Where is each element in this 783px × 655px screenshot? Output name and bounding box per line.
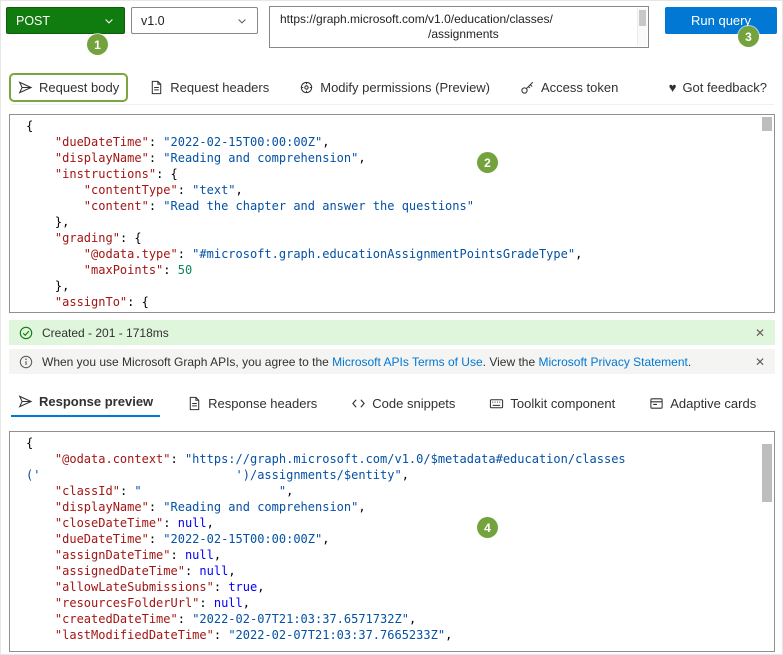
key-icon bbox=[520, 80, 535, 95]
terms-banner: When you use Microsoft Graph APIs, you a… bbox=[9, 349, 775, 374]
dismiss-terms-button[interactable]: ✕ bbox=[755, 355, 765, 369]
request-url-line1: https://graph.microsoft.com/v1.0/educati… bbox=[280, 12, 553, 26]
close-icon: ✕ bbox=[754, 354, 765, 369]
url-scrollbar[interactable] bbox=[637, 8, 647, 46]
send-icon bbox=[18, 394, 33, 409]
callout-badge-2: 2 bbox=[477, 152, 498, 173]
tab-modify-permissions[interactable]: Modify permissions (Preview) bbox=[292, 75, 497, 100]
api-version-label: v1.0 bbox=[141, 13, 165, 28]
callout-badge-3: 3 bbox=[738, 26, 759, 47]
tab-access-token-label: Access token bbox=[541, 80, 619, 95]
document-icon bbox=[149, 80, 164, 95]
request-body-code: { "dueDateTime": "2022-02-15T00:00:00Z",… bbox=[26, 119, 583, 309]
check-circle-icon bbox=[19, 326, 33, 340]
tab-adaptive-cards[interactable]: Adaptive cards bbox=[642, 391, 763, 416]
status-banner: Created - 201 - 1718ms ✕ bbox=[9, 320, 775, 345]
tab-adaptive-cards-label: Adaptive cards bbox=[670, 395, 757, 411]
graph-explorer-app: POST v1.0 https://graph.microsoft.com/v1… bbox=[0, 0, 783, 655]
response-tabs: Response preview Response headers Code s… bbox=[11, 387, 774, 419]
chevron-down-icon bbox=[103, 15, 115, 27]
privacy-statement-link[interactable]: Microsoft Privacy Statement bbox=[538, 355, 687, 369]
terms-text: When you use Microsoft Graph APIs, you a… bbox=[42, 355, 691, 369]
heart-icon: ♥ bbox=[668, 80, 677, 95]
info-icon bbox=[19, 355, 33, 369]
terms-text-suffix: . bbox=[687, 354, 692, 369]
callout-badge-1: 1 bbox=[87, 34, 108, 55]
toolkit-icon bbox=[489, 396, 504, 411]
tab-modify-permissions-label: Modify permissions (Preview) bbox=[320, 80, 491, 95]
close-icon: ✕ bbox=[754, 325, 765, 340]
tab-toolkit-component-label: Toolkit component bbox=[510, 395, 616, 411]
adaptive-cards-icon bbox=[649, 396, 664, 411]
response-editor-scrollbar[interactable] bbox=[760, 432, 774, 651]
tab-response-preview[interactable]: Response preview bbox=[11, 389, 161, 417]
http-method-label: POST bbox=[16, 13, 51, 28]
terms-of-use-link[interactable]: Microsoft APIs Terms of Use bbox=[332, 355, 483, 369]
response-editor-scrollbar-thumb[interactable] bbox=[762, 444, 772, 502]
terms-text-mid: . View the bbox=[482, 354, 539, 369]
document-icon bbox=[187, 396, 202, 411]
tab-response-preview-label: Response preview bbox=[39, 394, 154, 409]
chevron-down-icon bbox=[236, 15, 248, 27]
tab-request-body-label: Request body bbox=[39, 80, 120, 95]
tab-response-headers-label: Response headers bbox=[208, 395, 318, 411]
request-editor-scrollbar[interactable] bbox=[760, 115, 774, 312]
terms-text-prefix: When you use Microsoft Graph APIs, you a… bbox=[42, 354, 333, 369]
feedback-label: Got feedback? bbox=[682, 80, 767, 95]
callout-badge-4: 4 bbox=[477, 517, 498, 538]
request-tabs: Request body Request headers Modify perm… bbox=[8, 71, 774, 105]
tab-access-token[interactable]: Access token bbox=[513, 75, 625, 100]
status-text: Created - 201 - 1718ms bbox=[42, 325, 169, 340]
feedback-button[interactable]: ♥ Got feedback? bbox=[662, 75, 774, 100]
api-version-dropdown[interactable]: v1.0 bbox=[131, 7, 258, 34]
response-body-code: { "@odata.context": "https://graph.micro… bbox=[26, 436, 626, 642]
tab-code-snippets-label: Code snippets bbox=[372, 395, 456, 411]
tab-request-headers[interactable]: Request headers bbox=[142, 75, 276, 100]
code-icon bbox=[351, 396, 366, 411]
tab-request-headers-label: Request headers bbox=[170, 80, 270, 95]
request-url-line2: /assignments bbox=[428, 27, 499, 41]
response-preview-editor[interactable]: { "@odata.context": "https://graph.micro… bbox=[9, 431, 775, 652]
dismiss-status-button[interactable]: ✕ bbox=[755, 326, 765, 340]
http-method-dropdown[interactable]: POST bbox=[6, 7, 125, 34]
request-body-editor[interactable]: { "dueDateTime": "2022-02-15T00:00:00Z",… bbox=[9, 114, 775, 313]
request-url-input[interactable]: https://graph.microsoft.com/v1.0/educati… bbox=[269, 6, 649, 48]
permissions-icon bbox=[299, 80, 314, 95]
tab-toolkit-component[interactable]: Toolkit component bbox=[482, 391, 622, 416]
tab-request-body[interactable]: Request body bbox=[8, 73, 129, 102]
send-icon bbox=[18, 80, 33, 95]
url-scrollbar-thumb[interactable] bbox=[639, 10, 646, 26]
tab-code-snippets[interactable]: Code snippets bbox=[344, 391, 462, 416]
request-editor-scrollbar-thumb[interactable] bbox=[762, 117, 772, 131]
run-query-button[interactable]: Run query bbox=[665, 7, 777, 34]
tab-response-headers[interactable]: Response headers bbox=[180, 391, 324, 416]
